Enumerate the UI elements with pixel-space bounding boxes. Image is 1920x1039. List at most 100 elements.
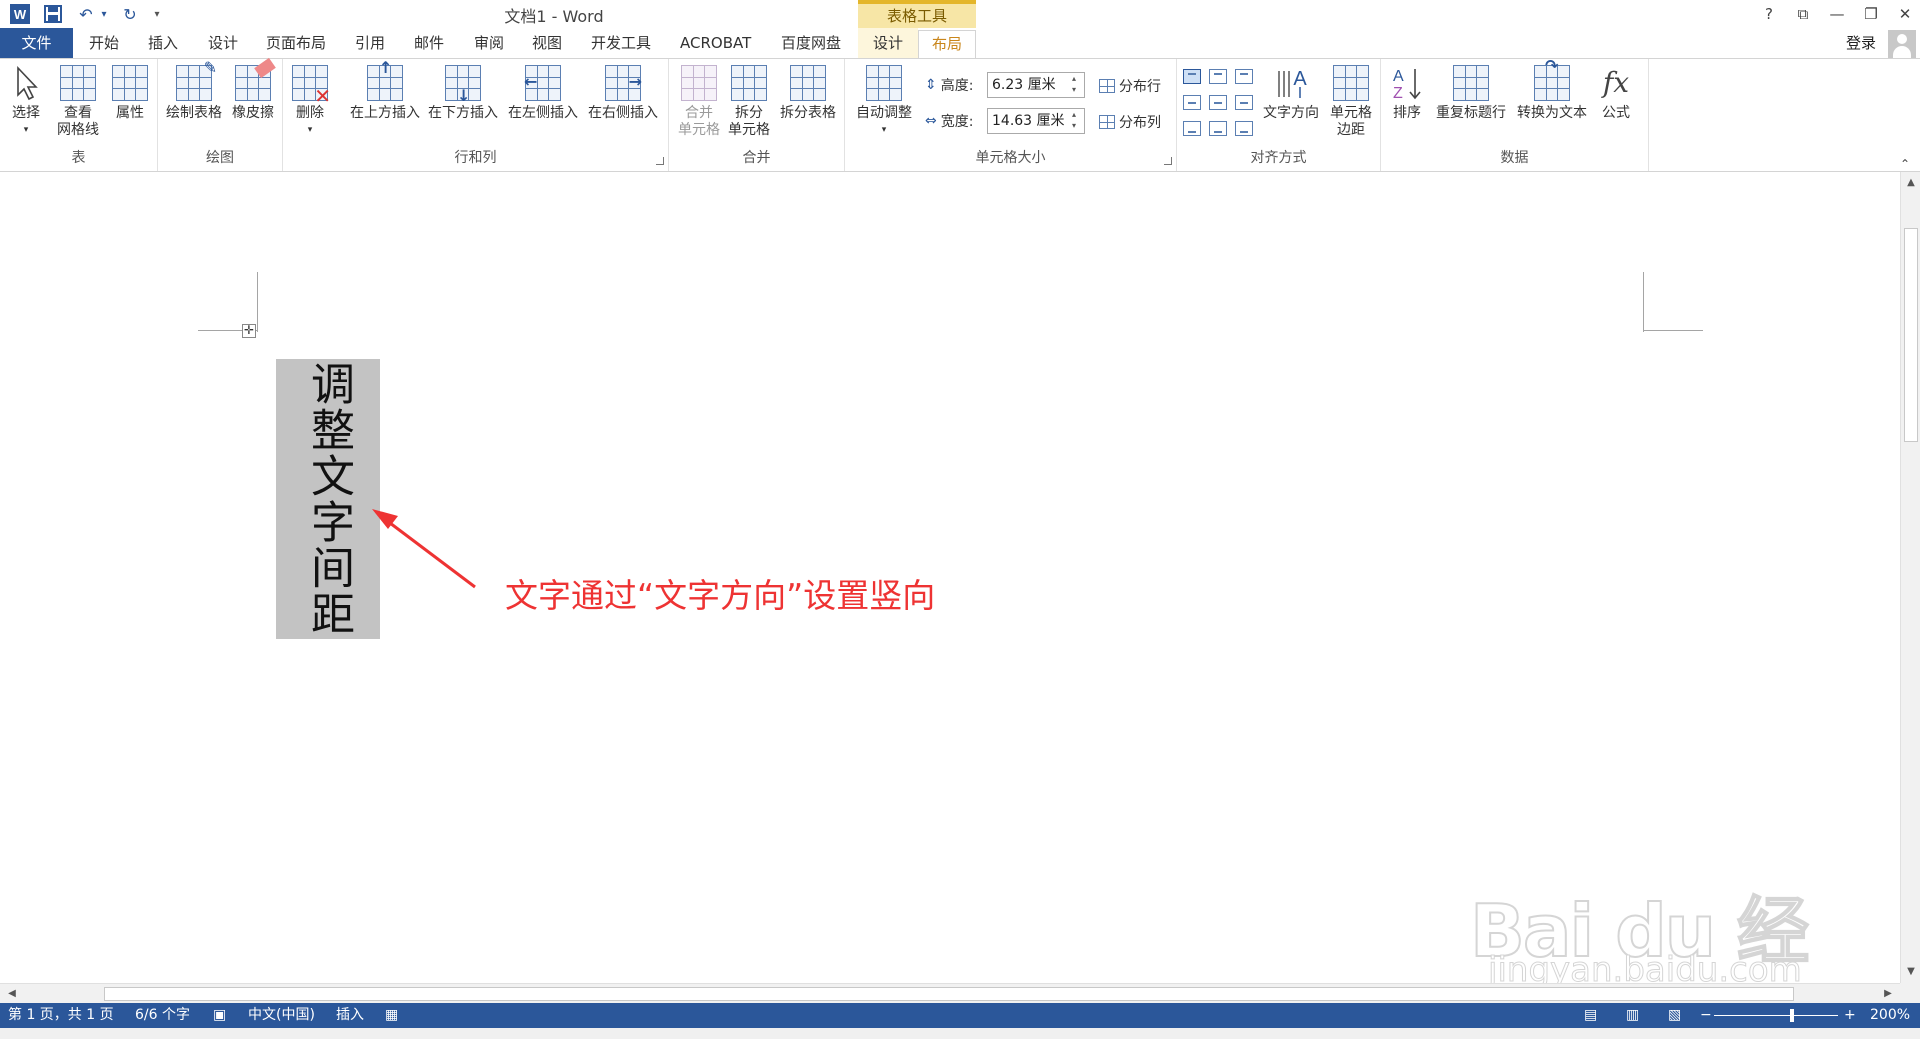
tab-insert[interactable]: 插入 [148, 28, 178, 58]
column-width-input[interactable]: 14.63 厘米 ▴ ▾ [987, 108, 1085, 134]
tab-mailings[interactable]: 邮件 [414, 28, 444, 58]
group-alignment: A 文字方向 单元格 边距 对齐方式 [1177, 59, 1381, 171]
align-top-center-icon[interactable] [1209, 69, 1227, 84]
delete-button[interactable]: ✕ 删除 ▾ [289, 63, 331, 139]
word-count[interactable]: 6/6 个字 [135, 1003, 190, 1028]
svg-text:Z: Z [1393, 85, 1403, 101]
web-layout-icon[interactable]: ▧ [1668, 1003, 1681, 1028]
insert-below-button[interactable]: ↓ 在下方插入 [425, 63, 501, 122]
zoom-out-icon[interactable]: − [1700, 1003, 1712, 1028]
table-tools-context-label: 表格工具 [858, 0, 976, 28]
document-canvas[interactable]: ✛ 调整文字间距 文字通过“文字方向”设置竖向 Bai du 经验 jingya… [0, 172, 1900, 983]
print-layout-icon[interactable]: ▥ [1626, 1003, 1639, 1028]
select-button[interactable]: 选择 ▾ [6, 63, 46, 139]
text-direction-icon: A [1273, 65, 1309, 101]
convert-to-text-button[interactable]: ↷ 转换为文本 [1513, 58, 1591, 122]
align-bottom-right-icon[interactable] [1235, 121, 1253, 136]
close-button[interactable]: ✕ [1888, 3, 1920, 25]
zoom-in-icon[interactable]: + [1844, 1003, 1856, 1028]
group-table: 选择 ▾ 查看 网格线 属性 表 [0, 59, 158, 171]
autofit-button[interactable]: 自动调整 ▾ [849, 63, 919, 139]
merge-cells-button[interactable]: 合并 单元格 [675, 63, 723, 139]
tab-design[interactable]: 设计 [208, 28, 238, 58]
ribbon-layout-panel: 选择 ▾ 查看 网格线 属性 表 ✎ 绘制表格 橡皮擦 绘图 ✕ 删除 ▾ ↑ … [0, 58, 1920, 172]
eraser-icon [235, 57, 276, 101]
repeat-header-icon [1453, 65, 1489, 101]
group-draw-label: 绘图 [206, 150, 234, 166]
tab-file[interactable]: 文件 [0, 28, 73, 58]
align-middle-center-icon[interactable] [1209, 95, 1227, 110]
align-middle-right-icon[interactable] [1235, 95, 1253, 110]
align-bottom-left-icon[interactable] [1183, 121, 1201, 136]
tab-baidu-netdisk[interactable]: 百度网盘 [781, 28, 841, 58]
tab-home[interactable]: 开始 [89, 28, 119, 58]
group-data-label: 数据 [1500, 150, 1529, 166]
insert-above-button[interactable]: ↑ 在上方插入 [347, 60, 423, 122]
group-merge-label: 合并 [742, 150, 771, 166]
language-indicator[interactable]: 中文(中国) [248, 1003, 315, 1028]
sort-button[interactable]: AZ 排序 [1387, 63, 1427, 122]
align-top-left-icon[interactable] [1183, 69, 1201, 84]
tab-review[interactable]: 审阅 [474, 28, 504, 58]
split-table-button[interactable]: 拆分表格 [775, 63, 841, 122]
align-bottom-center-icon[interactable] [1209, 121, 1227, 136]
tab-table-layout[interactable]: 布局 [918, 30, 976, 60]
horizontal-scroll-thumb[interactable] [104, 987, 1794, 1001]
zoom-slider-thumb[interactable] [1789, 1009, 1794, 1022]
repeat-header-rows-button[interactable]: 重复标题行 [1433, 63, 1509, 122]
insert-left-button[interactable]: ← 在左侧插入 [505, 63, 581, 122]
split-cells-button[interactable]: 拆分 单元格 [725, 63, 773, 139]
proofing-icon[interactable]: ▣ [213, 1003, 226, 1028]
sort-az-icon: AZ [1389, 65, 1425, 102]
cell-margins-icon [1333, 65, 1369, 101]
page-indicator[interactable]: 第 1 页，共 1 页 [8, 1003, 114, 1028]
table-properties-icon [112, 65, 148, 101]
svg-text:A: A [1393, 68, 1404, 85]
scroll-down-icon[interactable]: ▼ [1901, 963, 1920, 981]
help-button[interactable]: ? [1752, 3, 1786, 25]
tab-view[interactable]: 视图 [532, 28, 562, 58]
width-spinner-icon[interactable]: ▴ ▾ [1072, 109, 1082, 131]
status-bar: 第 1 页，共 1 页 6/6 个字 ▣ 中文(中国) 插入 ▦ ▤ ▥ ▧ −… [0, 1003, 1920, 1039]
sign-in-link[interactable]: 登录 [1846, 28, 1876, 58]
horizontal-scrollbar[interactable]: ◀ ▶ [0, 983, 1900, 1003]
tab-developer[interactable]: 开发工具 [591, 28, 651, 58]
align-middle-left-icon[interactable] [1183, 95, 1201, 110]
tab-references[interactable]: 引用 [355, 28, 385, 58]
text-direction-button[interactable]: A 文字方向 [1261, 63, 1321, 122]
zoom-level[interactable]: 200% [1870, 1003, 1910, 1028]
view-gridlines-button[interactable]: 查看 网格线 [54, 63, 102, 139]
insert-mode-indicator[interactable]: 插入 [336, 1003, 364, 1028]
tab-table-design[interactable]: 设计 [858, 28, 918, 58]
macro-record-icon[interactable]: ▦ [385, 1003, 398, 1028]
zoom-slider[interactable] [1714, 1015, 1838, 1016]
scroll-up-icon[interactable]: ▲ [1901, 174, 1920, 192]
collapse-ribbon-icon[interactable]: ⌃ [1900, 157, 1910, 171]
minimize-button[interactable]: — [1820, 3, 1854, 25]
draw-table-button[interactable]: ✎ 绘制表格 [162, 60, 226, 122]
vertical-scrollbar[interactable]: ▲ ▼ [1900, 172, 1920, 983]
tab-acrobat[interactable]: ACROBAT [680, 28, 751, 58]
cell-margins-button[interactable]: 单元格 边距 [1325, 63, 1377, 139]
row-height-input[interactable]: 6.23 厘米 ▴ ▾ [987, 72, 1085, 98]
properties-button[interactable]: 属性 [106, 63, 154, 122]
user-avatar-icon[interactable] [1888, 30, 1916, 58]
ribbon-display-options-button[interactable]: ⧉ [1786, 3, 1820, 25]
ribbon-tabs: 文件 开始 插入 设计 页面布局 引用 邮件 审阅 视图 开发工具 ACROBA… [0, 28, 1920, 60]
insert-below-icon: ↓ [445, 65, 481, 104]
restore-button[interactable]: ❐ [1854, 3, 1888, 25]
eraser-button[interactable]: 橡皮擦 [228, 57, 278, 122]
read-mode-icon[interactable]: ▤ [1584, 1003, 1597, 1028]
formula-button[interactable]: fx 公式 [1595, 63, 1637, 122]
vertical-scroll-thumb[interactable] [1904, 228, 1918, 442]
tab-page-layout[interactable]: 页面布局 [266, 28, 326, 58]
svg-text:A: A [1293, 68, 1307, 90]
scroll-left-icon[interactable]: ◀ [2, 985, 22, 1003]
insert-right-button[interactable]: → 在右侧插入 [585, 63, 661, 122]
height-spinner-icon[interactable]: ▴ ▾ [1072, 73, 1082, 95]
word-window: W ↶ ▾ ↻ ▾ 文档1 - Word 表格工具 ? ⧉ — ❐ ✕ 文件 开… [0, 0, 1920, 1039]
scroll-right-icon[interactable]: ▶ [1878, 985, 1898, 1003]
distribute-rows-button[interactable]: 分布行 [1099, 76, 1161, 96]
align-top-right-icon[interactable] [1235, 69, 1253, 84]
distribute-columns-button[interactable]: 分布列 [1099, 112, 1161, 132]
